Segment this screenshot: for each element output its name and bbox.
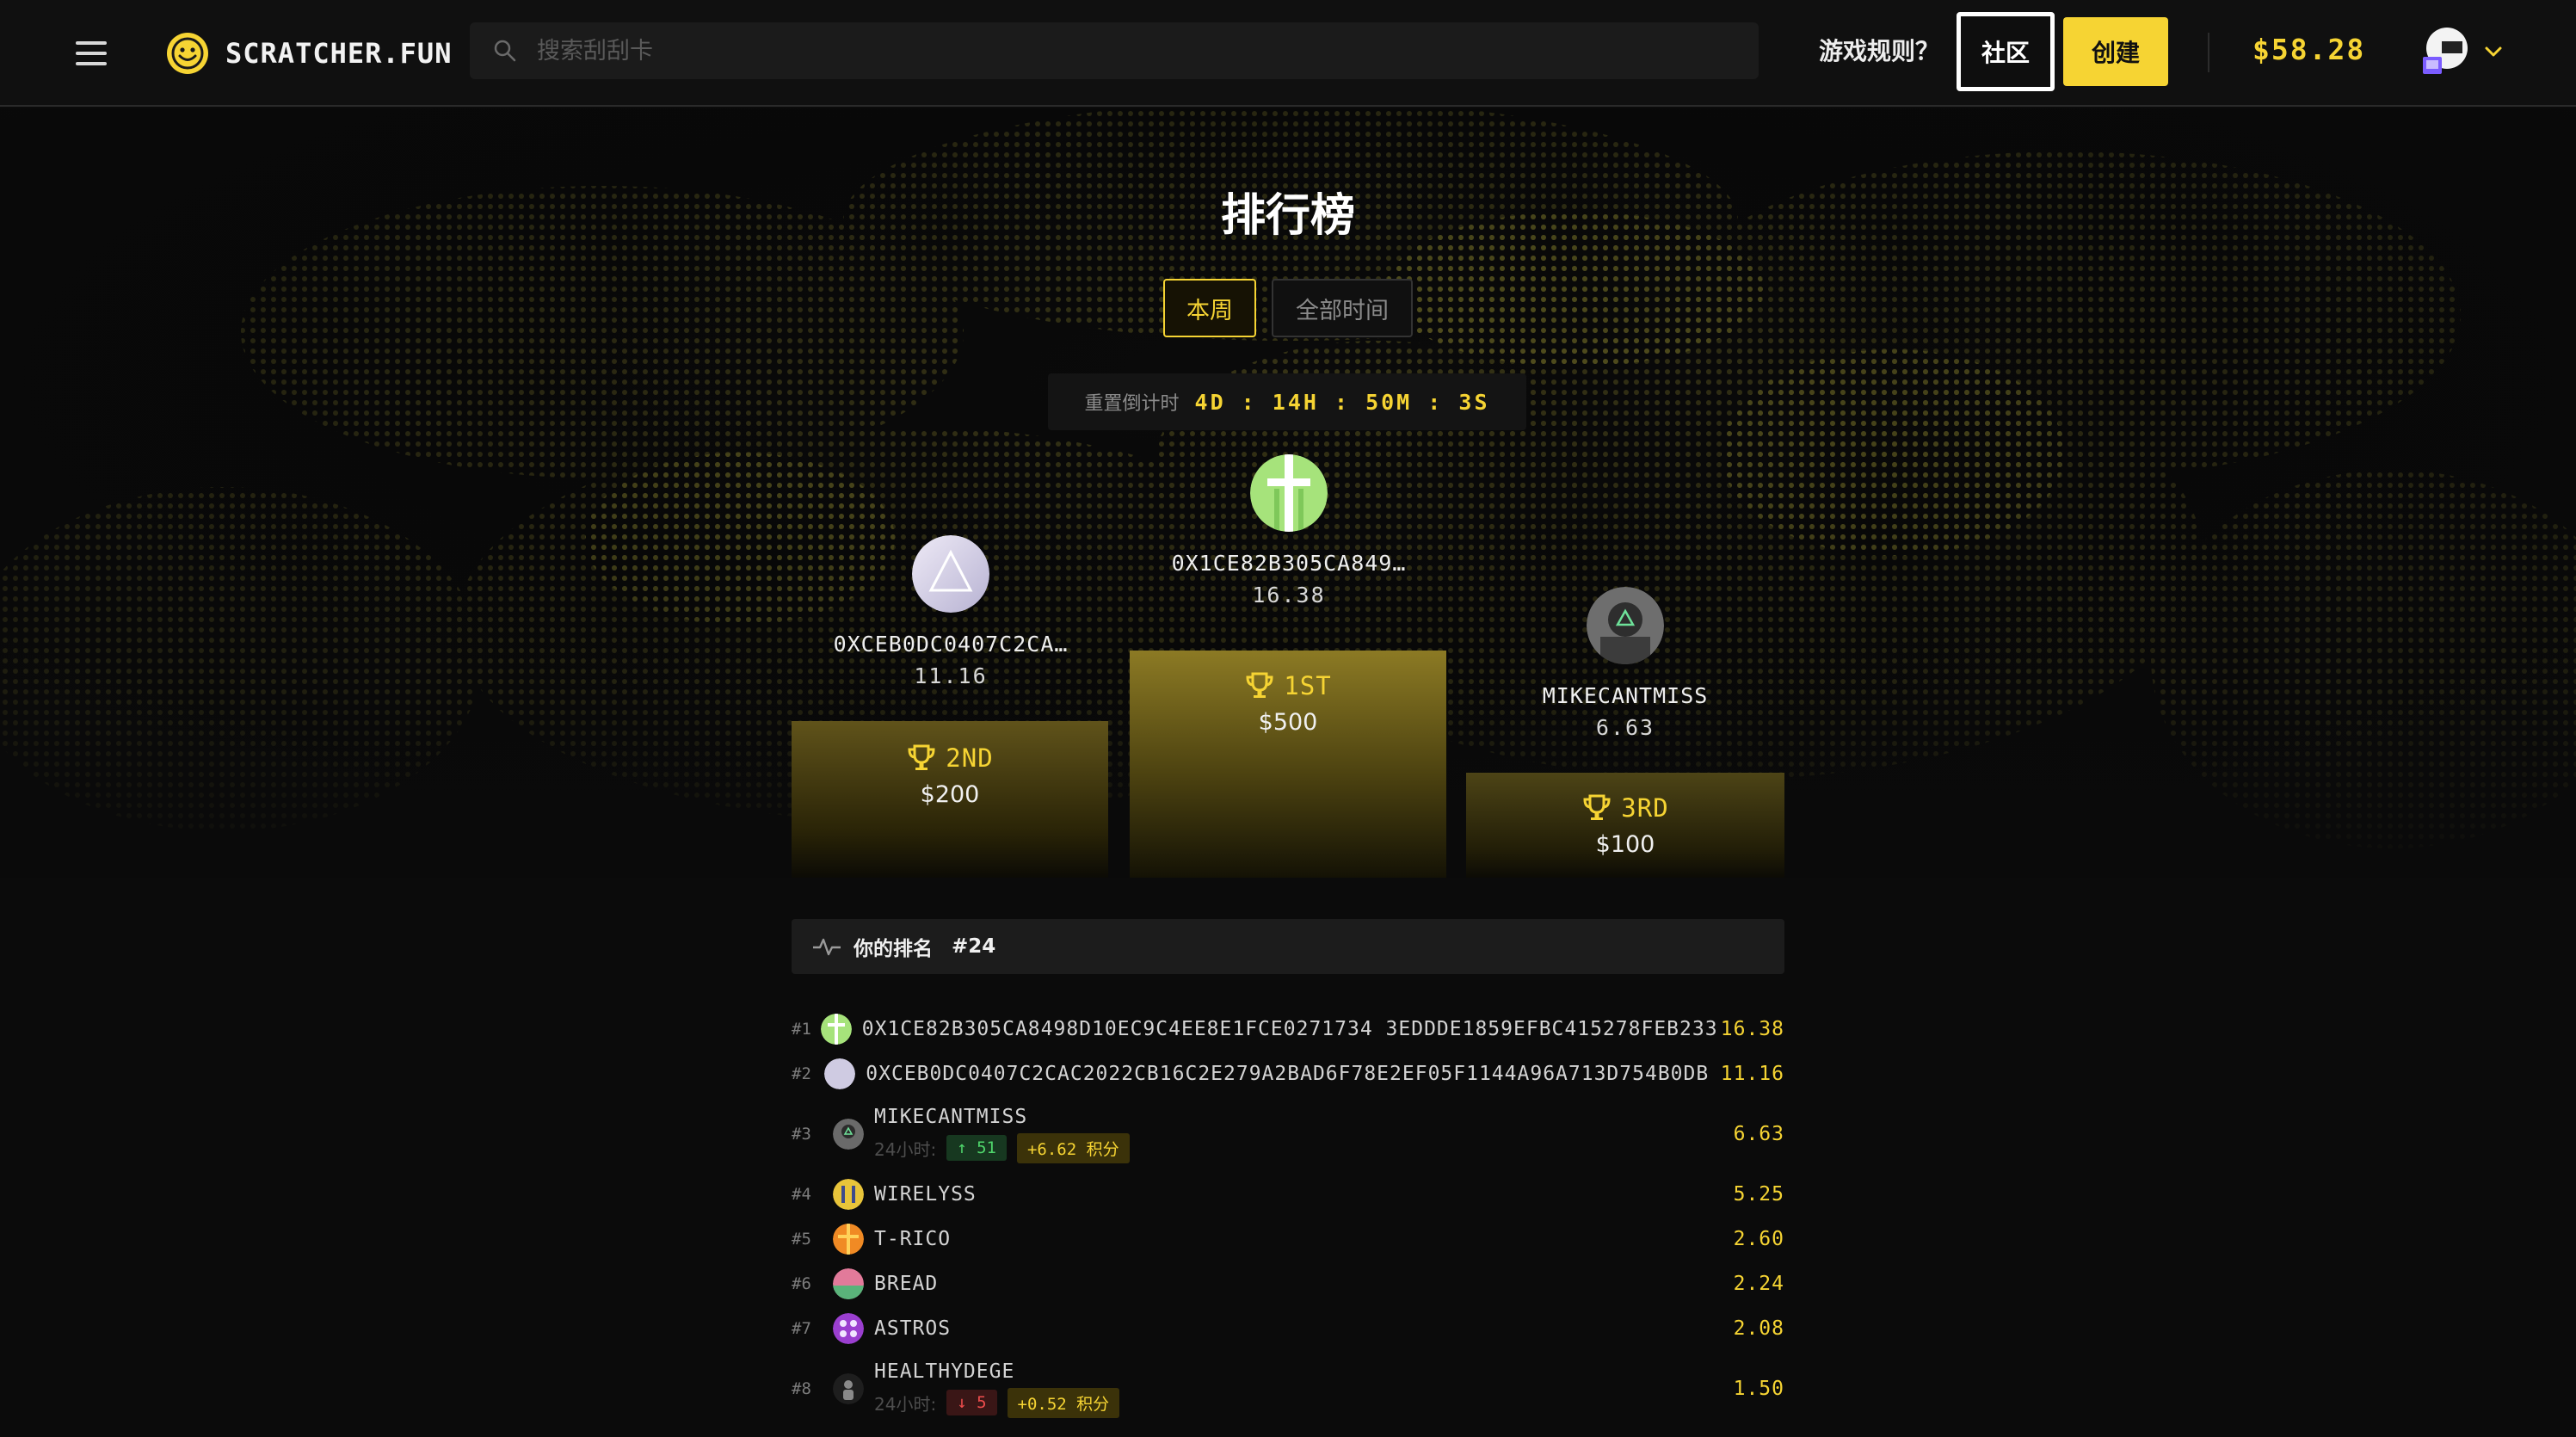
trophy-icon [908,744,935,770]
row-name: BREAD [874,1273,939,1295]
row-rank: #6 [792,1274,811,1293]
row-score: 2.08 [1733,1317,1784,1340]
row-score: 2.24 [1733,1273,1784,1295]
community-button[interactable]: 社区 [1957,12,2055,91]
row-name: T-RICO [874,1228,952,1250]
row-rank: #8 [792,1379,811,1398]
row-score: 11.16 [1720,1063,1784,1085]
row-rank: #3 [792,1125,811,1144]
tab-all-time[interactable]: 全部时间 [1272,279,1413,337]
prize-amount: $200 [920,781,980,808]
podium-score: 16.38 [1252,583,1326,607]
trophy-icon [1246,672,1273,698]
table-row[interactable]: #6 BREAD 2.24 [792,1261,1784,1306]
row-rank: #1 [792,1020,811,1039]
divider [2208,33,2209,72]
avatar [824,1058,856,1089]
row-score: 2.60 [1733,1228,1784,1250]
rank-label: 3RD [1621,793,1669,823]
page-title: 排行榜 [1220,190,1355,242]
table-row[interactable]: #7 ASTROS 2.08 [792,1306,1784,1351]
table-row[interactable]: #3 MIKECANTMISS 24小时: ↑ 51 +6.62 积分 6.63 [792,1096,1784,1172]
podium-block-second: 2ND $200 [792,721,1108,878]
trophy-icon [1583,794,1611,820]
chevron-down-icon [2485,46,2502,57]
search-icon [494,40,516,62]
row-name: ASTROS [874,1317,952,1340]
hamburger-menu-icon[interactable] [72,36,110,71]
podium-block-first: 1ST $500 [1130,651,1446,878]
smiley-logo-icon [167,33,208,74]
points-badge: +6.62 积分 [1016,1132,1130,1163]
rank-change-badge: ↓ 5 [946,1390,997,1415]
leaderboard-hero: 排行榜 本周 全部时间 重置倒计时 4D : 14H : 50M : 3S 0X… [0,108,2576,878]
podium-score: 11.16 [914,663,988,688]
row-name: 0XCEB0DC0407C2CAC2022CB16C2E279A2BAD6F78… [866,1063,1710,1085]
countdown-label: 重置倒计时 [1084,393,1180,415]
avatar [1250,454,1328,532]
avatar [1587,587,1664,664]
24h-label: 24小时: [874,1393,937,1415]
reset-countdown: 重置倒计时 4D : 14H : 50M : 3S [1048,373,1526,430]
my-rank-bar: 你的排名 #24 [792,919,1784,974]
row-rank: #2 [792,1064,811,1083]
avatar [833,1373,864,1404]
prize-amount: $500 [1258,709,1318,736]
user-avatar [2423,28,2468,74]
search-input[interactable] [537,37,1655,65]
top-navbar: SCRATCHER.FUN 游戏规则？ 社区 创建 $58.28 [0,0,2576,107]
row-name: WIRELYSS [874,1183,977,1206]
rank-label: 1ST [1284,671,1332,700]
avatar [820,1014,852,1045]
row-rank: #7 [792,1319,811,1338]
podium-user-first[interactable]: 0X1CE82B305CA849… 16.38 [1130,454,1448,607]
prize-amount: $100 [1595,831,1655,858]
row-rank: #5 [792,1230,811,1249]
table-row[interactable]: #8 HEALTHYDEGE 24小时: ↓ 5 +0.52 积分 1.50 [792,1351,1784,1427]
row-score: 6.63 [1733,1123,1784,1145]
logo-text: SCRATCHER.FUN [225,37,453,70]
points-badge: +0.52 积分 [1007,1387,1120,1418]
table-row[interactable]: #2 0XCEB0DC0407C2CAC2022CB16C2E279A2BAD6… [792,1052,1784,1096]
create-button[interactable]: 创建 [2063,17,2168,86]
tab-this-week[interactable]: 本周 [1163,279,1256,337]
my-rank-value: #24 [952,935,996,958]
table-row[interactable]: #4 WIRELYSS 5.25 [792,1172,1784,1217]
search-bar[interactable] [470,22,1759,79]
avatar [912,535,989,613]
table-row[interactable]: #5 T-RICO 2.60 [792,1217,1784,1261]
podium-user-second[interactable]: 0XCEB0DC0407C2CA… 11.16 [792,535,1110,688]
podium-name: MIKECANTMISS [1542,683,1709,708]
podium-block-third: 3RD $100 [1466,773,1784,878]
row-score: 5.25 [1733,1183,1784,1206]
row-rank: #4 [792,1185,811,1204]
podium-score: 6.63 [1595,715,1655,740]
activity-icon [813,938,841,956]
rank-label: 2ND [946,743,994,773]
period-tabs: 本周 全部时间 [1163,279,1413,337]
avatar [833,1119,864,1150]
table-row[interactable]: #1 0X1CE82B305CA8498D10EC9C4EE8E1FCE0271… [792,1007,1784,1052]
row-name: MIKECANTMISS [874,1105,1028,1128]
24h-label: 24小时: [874,1138,937,1160]
row-name: 0X1CE82B305CA8498D10EC9C4EE8E1FCE0271734… [861,1018,1718,1040]
logo[interactable]: SCRATCHER.FUN [165,29,452,77]
podium-user-third[interactable]: MIKECANTMISS 6.63 [1466,587,1784,740]
leaderboard-list: #1 0X1CE82B305CA8498D10EC9C4EE8E1FCE0271… [792,1007,1784,1427]
rules-link[interactable]: 游戏规则？ [1819,33,1939,67]
row-score: 16.38 [1720,1018,1784,1040]
row-score: 1.50 [1733,1378,1784,1400]
podium-name: 0X1CE82B305CA849… [1171,551,1407,576]
avatar [833,1224,864,1255]
row-name: HEALTHYDEGE [874,1360,1015,1383]
avatar [833,1179,864,1210]
profile-menu[interactable] [2419,26,2505,77]
avatar [833,1268,864,1299]
podium-name: 0XCEB0DC0407C2CA… [833,632,1069,657]
avatar [833,1313,864,1344]
countdown-value: 4D : 14H : 50M : 3S [1194,389,1490,415]
my-rank-label: 你的排名 [854,938,933,960]
rank-change-badge: ↑ 51 [946,1135,1007,1161]
wallet-balance[interactable]: $58.28 [2252,33,2365,66]
